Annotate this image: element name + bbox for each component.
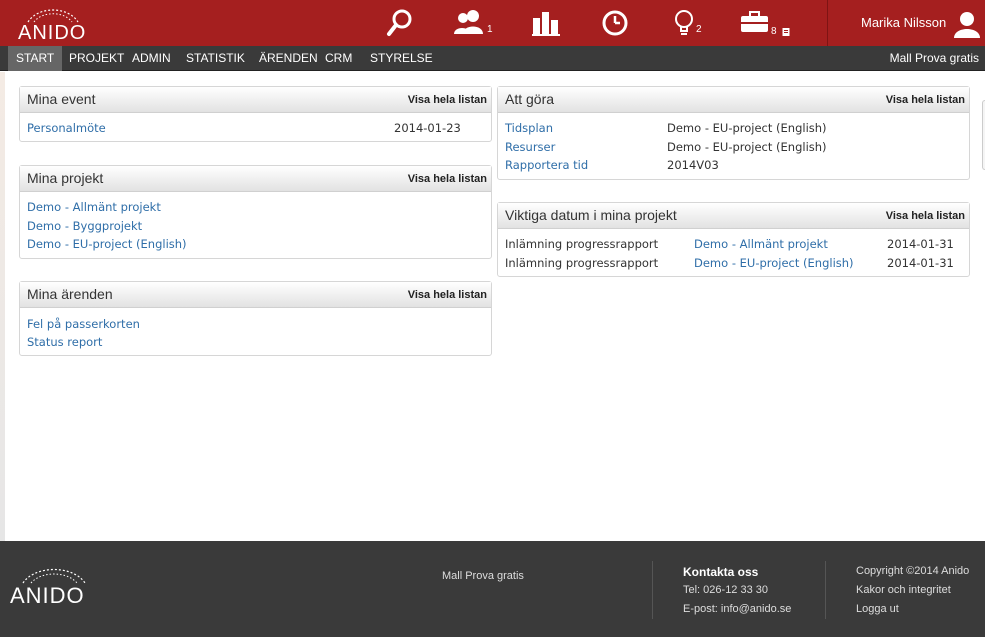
menu-promo-link[interactable]: Mall Prova gratis (890, 46, 979, 71)
user-name[interactable]: Marika Nilsson (861, 15, 946, 30)
event-name[interactable]: Personalmöte (27, 121, 106, 135)
todo-task-link[interactable]: Tidsplan (505, 121, 553, 135)
box-my-projects: Mina projekt Visa hela listan Demo - All… (19, 165, 492, 259)
todo-project: Demo - EU-project (English) (667, 140, 827, 154)
footer-promo-link[interactable]: Mall Prova gratis (442, 570, 524, 582)
box-header: Mina event Visa hela listan (20, 87, 491, 113)
box-header: Viktiga datum i mina projekt Visa hela l… (498, 203, 969, 229)
lightbulb-count: 2 (696, 24, 702, 35)
lightbulb-icon[interactable]: 2 (672, 8, 702, 38)
show-all-link[interactable]: Visa hela listan (886, 210, 965, 222)
box-my-events: Mina event Visa hela listan Personalmöte… (19, 86, 492, 142)
top-header: ANIDO 1 2 8 Marika Nilsson (0, 0, 985, 46)
menu-item-admin[interactable]: ADMIN (124, 46, 179, 71)
box-header: Att göra Visa hela listan (498, 87, 969, 113)
footer-logo-text: ANIDO (10, 583, 85, 608)
project-link[interactable]: Demo - Byggprojekt (27, 219, 142, 233)
date-description: Inlämning progressrapport (505, 237, 659, 251)
menu-item-styrelse[interactable]: STYRELSE (362, 46, 441, 71)
box-important-dates: Viktiga datum i mina projekt Visa hela l… (497, 202, 970, 277)
search-icon[interactable] (386, 8, 414, 38)
show-all-link[interactable]: Visa hela listan (408, 94, 487, 106)
users-icon[interactable]: 1 (453, 8, 493, 38)
logout-link[interactable]: Logga ut (856, 603, 899, 615)
contact-phone: Tel: 026-12 33 30 (683, 584, 769, 596)
contact-title: Kontakta oss (683, 565, 759, 579)
todo-project: 2014V03 (667, 158, 719, 172)
box-title: Mina ärenden (27, 286, 113, 302)
event-date: 2014-01-23 (394, 121, 461, 135)
logo-arc-icon (22, 568, 86, 584)
date-description: Inlämning progressrapport (505, 256, 659, 270)
menu-item-start[interactable]: START (8, 46, 63, 71)
chart-icon[interactable] (532, 8, 560, 38)
footer-logo[interactable]: ANIDO (9, 563, 99, 623)
box-my-cases: Mina ärenden Visa hela listan Fel på pas… (19, 281, 492, 356)
date-project-link[interactable]: Demo - EU-project (English) (694, 256, 854, 270)
menu-item-arenden[interactable]: ÄRENDEN (251, 46, 326, 71)
logo-text: ANIDO (18, 22, 87, 44)
logo-arc-icon (27, 9, 79, 23)
briefcase-count: 8 (771, 26, 777, 37)
box-title: Att göra (505, 91, 555, 107)
box-title: Mina event (27, 91, 96, 107)
box-title: Viktiga datum i mina projekt (505, 207, 677, 223)
contact-email[interactable]: E-post: info@anido.se (683, 603, 791, 615)
box-header: Mina projekt Visa hela listan (20, 166, 491, 192)
copyright-text: Copyright ©2014 Anido (856, 565, 970, 577)
box-todo: Att göra Visa hela listan Tidsplan Demo … (497, 86, 970, 180)
project-link[interactable]: Demo - Allmänt projekt (27, 200, 161, 214)
clock-icon[interactable] (600, 8, 630, 38)
box-header: Mina ärenden Visa hela listan (20, 282, 491, 308)
anido-logo[interactable]: ANIDO (18, 4, 88, 44)
project-link[interactable]: Demo - EU-project (English) (27, 237, 187, 251)
menu-item-crm[interactable]: CRM (317, 46, 360, 71)
date-value: 2014-01-31 (887, 237, 954, 251)
case-link[interactable]: Status report (27, 335, 102, 349)
show-all-link[interactable]: Visa hela listan (886, 94, 965, 106)
todo-task-link[interactable]: Resurser (505, 140, 555, 154)
date-project-link[interactable]: Demo - Allmänt projekt (694, 237, 828, 251)
todo-task-link[interactable]: Rapportera tid (505, 158, 588, 172)
footer-divider (825, 561, 826, 619)
footer: ANIDO Mall Prova gratis Kontakta oss Tel… (0, 541, 985, 637)
main-menu: START PROJEKT ADMIN STATISTIK ÄRENDEN CR… (0, 46, 985, 71)
users-count: 1 (487, 24, 493, 35)
cookies-link[interactable]: Kakor och integritet (856, 584, 951, 596)
left-edge-stripe (0, 72, 5, 541)
user-avatar-icon[interactable] (953, 10, 981, 42)
date-value: 2014-01-31 (887, 256, 954, 270)
header-divider (827, 0, 828, 46)
case-link[interactable]: Fel på passerkorten (27, 317, 140, 331)
show-all-link[interactable]: Visa hela listan (408, 173, 487, 185)
show-all-link[interactable]: Visa hela listan (408, 289, 487, 301)
menu-item-statistik[interactable]: STATISTIK (178, 46, 253, 71)
clipboard-icon (782, 28, 790, 36)
footer-divider (652, 561, 653, 619)
menu-item-projekt[interactable]: PROJEKT (61, 46, 132, 71)
box-title: Mina projekt (27, 170, 104, 186)
briefcase-icon[interactable]: 8 (740, 8, 790, 38)
todo-project: Demo - EU-project (English) (667, 121, 827, 135)
